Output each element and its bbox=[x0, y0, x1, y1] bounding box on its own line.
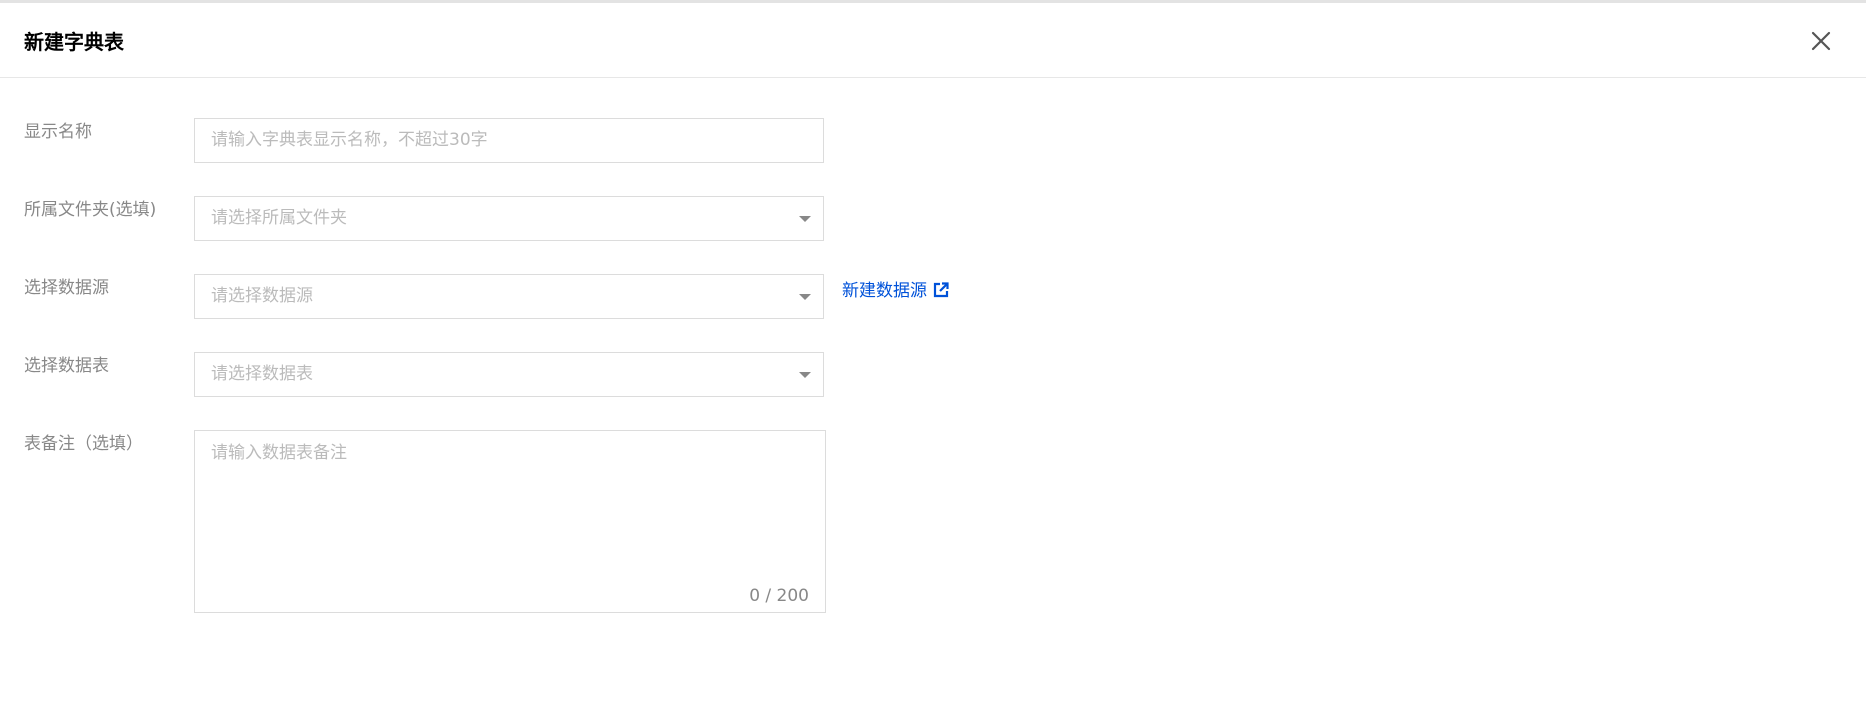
dialog-header: 新建字典表 bbox=[0, 3, 1866, 78]
chevron-down-icon bbox=[799, 372, 811, 378]
chevron-down-icon bbox=[799, 216, 811, 222]
new-datasource-label: 新建数据源 bbox=[842, 281, 927, 301]
close-button[interactable] bbox=[1806, 26, 1836, 56]
datasource-placeholder: 请选择数据源 bbox=[211, 286, 313, 306]
display-name-placeholder: 请输入字典表显示名称，不超过30字 bbox=[211, 130, 488, 150]
new-datasource-link[interactable]: 新建数据源 bbox=[842, 278, 949, 304]
display-name-input[interactable]: 请输入字典表显示名称，不超过30字 bbox=[194, 118, 824, 163]
folder-placeholder: 请选择所属文件夹 bbox=[211, 208, 347, 228]
external-link-icon bbox=[933, 282, 949, 298]
datatable-select[interactable]: 请选择数据表 bbox=[194, 352, 824, 397]
folder-select[interactable]: 请选择所属文件夹 bbox=[194, 196, 824, 241]
chevron-down-icon bbox=[799, 294, 811, 300]
dialog-title: 新建字典表 bbox=[24, 30, 124, 54]
remark-placeholder: 请输入数据表备注 bbox=[211, 443, 347, 463]
remark-char-counter: 0 / 200 bbox=[749, 586, 809, 606]
folder-label: 所属文件夹(选填) bbox=[24, 200, 157, 220]
datasource-select[interactable]: 请选择数据源 bbox=[194, 274, 824, 319]
datatable-label: 选择数据表 bbox=[24, 356, 109, 376]
display-name-label: 显示名称 bbox=[24, 122, 92, 142]
remark-textarea[interactable]: 请输入数据表备注 0 / 200 bbox=[194, 430, 826, 613]
close-icon bbox=[1811, 31, 1831, 51]
remark-label: 表备注（选填） bbox=[24, 434, 143, 454]
datasource-label: 选择数据源 bbox=[24, 278, 109, 298]
datatable-placeholder: 请选择数据表 bbox=[211, 364, 313, 384]
